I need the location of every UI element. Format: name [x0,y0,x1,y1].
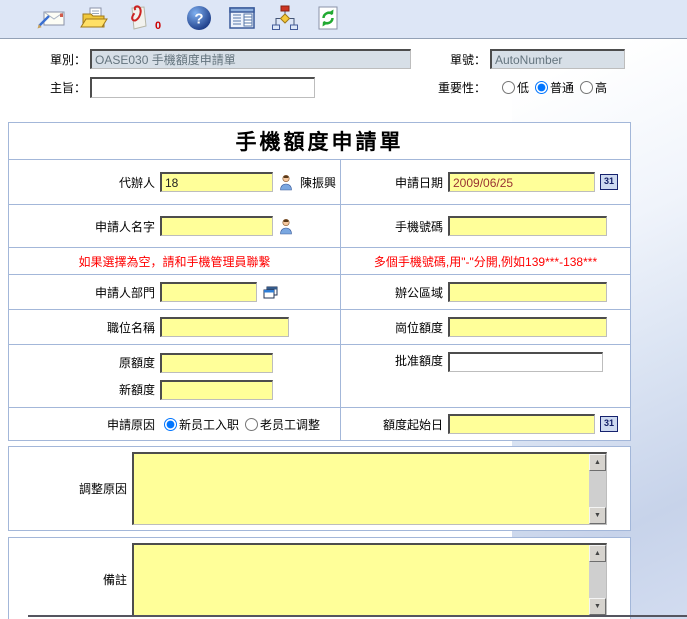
reason-option-old-employee[interactable]: 老员工调整 [241,416,320,433]
position-quota-row: 職位名稱 崗位額度 [9,309,630,344]
attachment-icon [125,5,149,34]
toolbar: 0 ? [0,0,687,39]
attachment-count: 0 [155,20,161,32]
agent-person-name: 陳振興 [300,174,336,191]
svg-text:?: ? [195,10,204,27]
importance-radio-high[interactable] [580,81,593,94]
office-area-input[interactable] [448,282,607,302]
subject-field-group: 主旨： [44,77,315,98]
form-view-icon [228,6,256,33]
reason-radio-new-employee[interactable] [164,418,177,431]
page-title: 手機額度申請單 [236,126,404,156]
approved-quota-input[interactable] [448,352,603,372]
department-picker[interactable] [263,286,278,299]
agent-person-picker[interactable] [279,174,293,191]
new-quota-label: 新額度 [9,381,155,398]
agent-date-row: 代辦人 陳振興 申請日期 31 [9,159,630,204]
importance-label: 重要性： [428,79,486,96]
applicant-label: 申請人名字 [9,218,155,235]
office-area-label: 辦公區域 [341,284,443,301]
applicant-person-picker[interactable] [279,218,293,235]
form-no-field-group: 單號： [440,49,625,69]
adjust-reason-section: 調整原因 ▲ ▼ [8,446,631,531]
adjust-reason-label: 調整原因 [9,480,127,497]
agent-input[interactable] [160,172,273,192]
app-window: 0 ? [0,0,687,619]
mobile-label: 手機號碼 [341,218,443,235]
mobile-hint: 多個手機號碼,用"-"分開,例如139***-138*** [374,253,597,270]
original-quota-input[interactable] [160,353,273,373]
attachment-button[interactable] [122,5,152,33]
send-mail-button[interactable] [36,5,66,33]
department-area-row: 申請人部門 辦公區域 [9,274,630,309]
application-form-table: 手機額度申請單 代辦人 陳振興 申請日期 31 [8,122,631,441]
open-folder-button[interactable] [79,5,109,33]
remarks-textarea[interactable]: ▲ ▼ [132,543,607,616]
calendar-icon[interactable]: 31 [600,174,618,190]
person-icon [279,218,293,235]
form-no-input [490,49,625,69]
post-quota-input[interactable] [448,317,607,337]
person-icon [279,174,293,191]
window-bottom-edge [28,615,687,617]
quota-start-date-input[interactable] [448,414,595,434]
subject-input[interactable] [90,77,315,98]
scroll-down-icon[interactable]: ▼ [589,507,606,524]
department-input[interactable] [160,282,257,302]
scroll-up-icon[interactable]: ▲ [589,454,606,471]
position-label: 職位名稱 [9,319,155,336]
importance-radio-normal[interactable] [535,81,548,94]
importance-option-normal[interactable]: 普通 [531,79,574,96]
form-type-input [90,49,411,69]
workflow-icon [271,5,299,34]
form-no-label: 單號： [440,51,486,68]
remarks-section: 備註 ▲ ▼ [8,537,631,619]
reason-radio-old-employee[interactable] [245,418,258,431]
reason-startdate-row: 申請原因 新员工入职 老员工调整 額度起始日 31 [9,407,630,440]
agent-label: 代辦人 [9,174,155,191]
workflow-button[interactable] [270,5,300,33]
remarks-scrollbar[interactable]: ▲ ▼ [589,545,606,615]
calendar-icon[interactable]: 31 [600,416,618,432]
apply-date-label: 申請日期 [341,174,443,191]
importance-option-high[interactable]: 高 [576,79,607,96]
remarks-label: 備註 [9,571,127,588]
help-icon: ? [186,5,212,34]
apply-reason-label: 申請原因 [9,416,155,433]
approved-quota-label: 批准額度 [341,352,443,369]
refresh-button[interactable] [313,5,343,33]
form-type-label: 單別： [44,51,86,68]
mobile-input[interactable] [448,216,607,236]
window-picker-icon [263,286,278,299]
post-quota-label: 崗位額度 [341,319,443,336]
scroll-up-icon[interactable]: ▲ [589,545,606,562]
help-button[interactable]: ? [184,5,214,33]
quota-row: 原額度 新額度 批准額度 [9,344,630,407]
subject-label: 主旨： [44,79,86,96]
original-quota-label: 原額度 [9,354,155,371]
adjust-reason-scrollbar[interactable]: ▲ ▼ [589,454,606,524]
importance-option-low[interactable]: 低 [498,79,529,96]
applicant-input[interactable] [160,216,273,236]
importance-group: 重要性： 低 普通 高 [428,79,607,96]
apply-date-input[interactable] [448,172,595,192]
importance-radio-low[interactable] [502,81,515,94]
hint-row: 如果選擇為空，請和手機管理員聯繫 多個手機號碼,用"-"分開,例如139***-… [9,247,630,274]
form-title-row: 手機額度申請單 [9,123,630,159]
quota-start-date-label: 額度起始日 [341,416,443,433]
form-view-button[interactable] [227,5,257,33]
department-label: 申請人部門 [9,284,155,301]
position-input[interactable] [160,317,289,337]
new-quota-input[interactable] [160,380,273,400]
reason-option-new-employee[interactable]: 新员工入职 [160,416,239,433]
send-mail-icon [36,6,66,33]
form-type-field-group: 單別： [44,49,411,69]
scroll-down-icon[interactable]: ▼ [589,598,606,615]
applicant-hint: 如果選擇為空，請和手機管理員聯繫 [78,253,270,270]
open-folder-icon [80,6,108,33]
applicant-mobile-row: 申請人名字 手機號碼 [9,204,630,247]
refresh-icon [316,5,340,34]
adjust-reason-textarea[interactable]: ▲ ▼ [132,452,607,525]
